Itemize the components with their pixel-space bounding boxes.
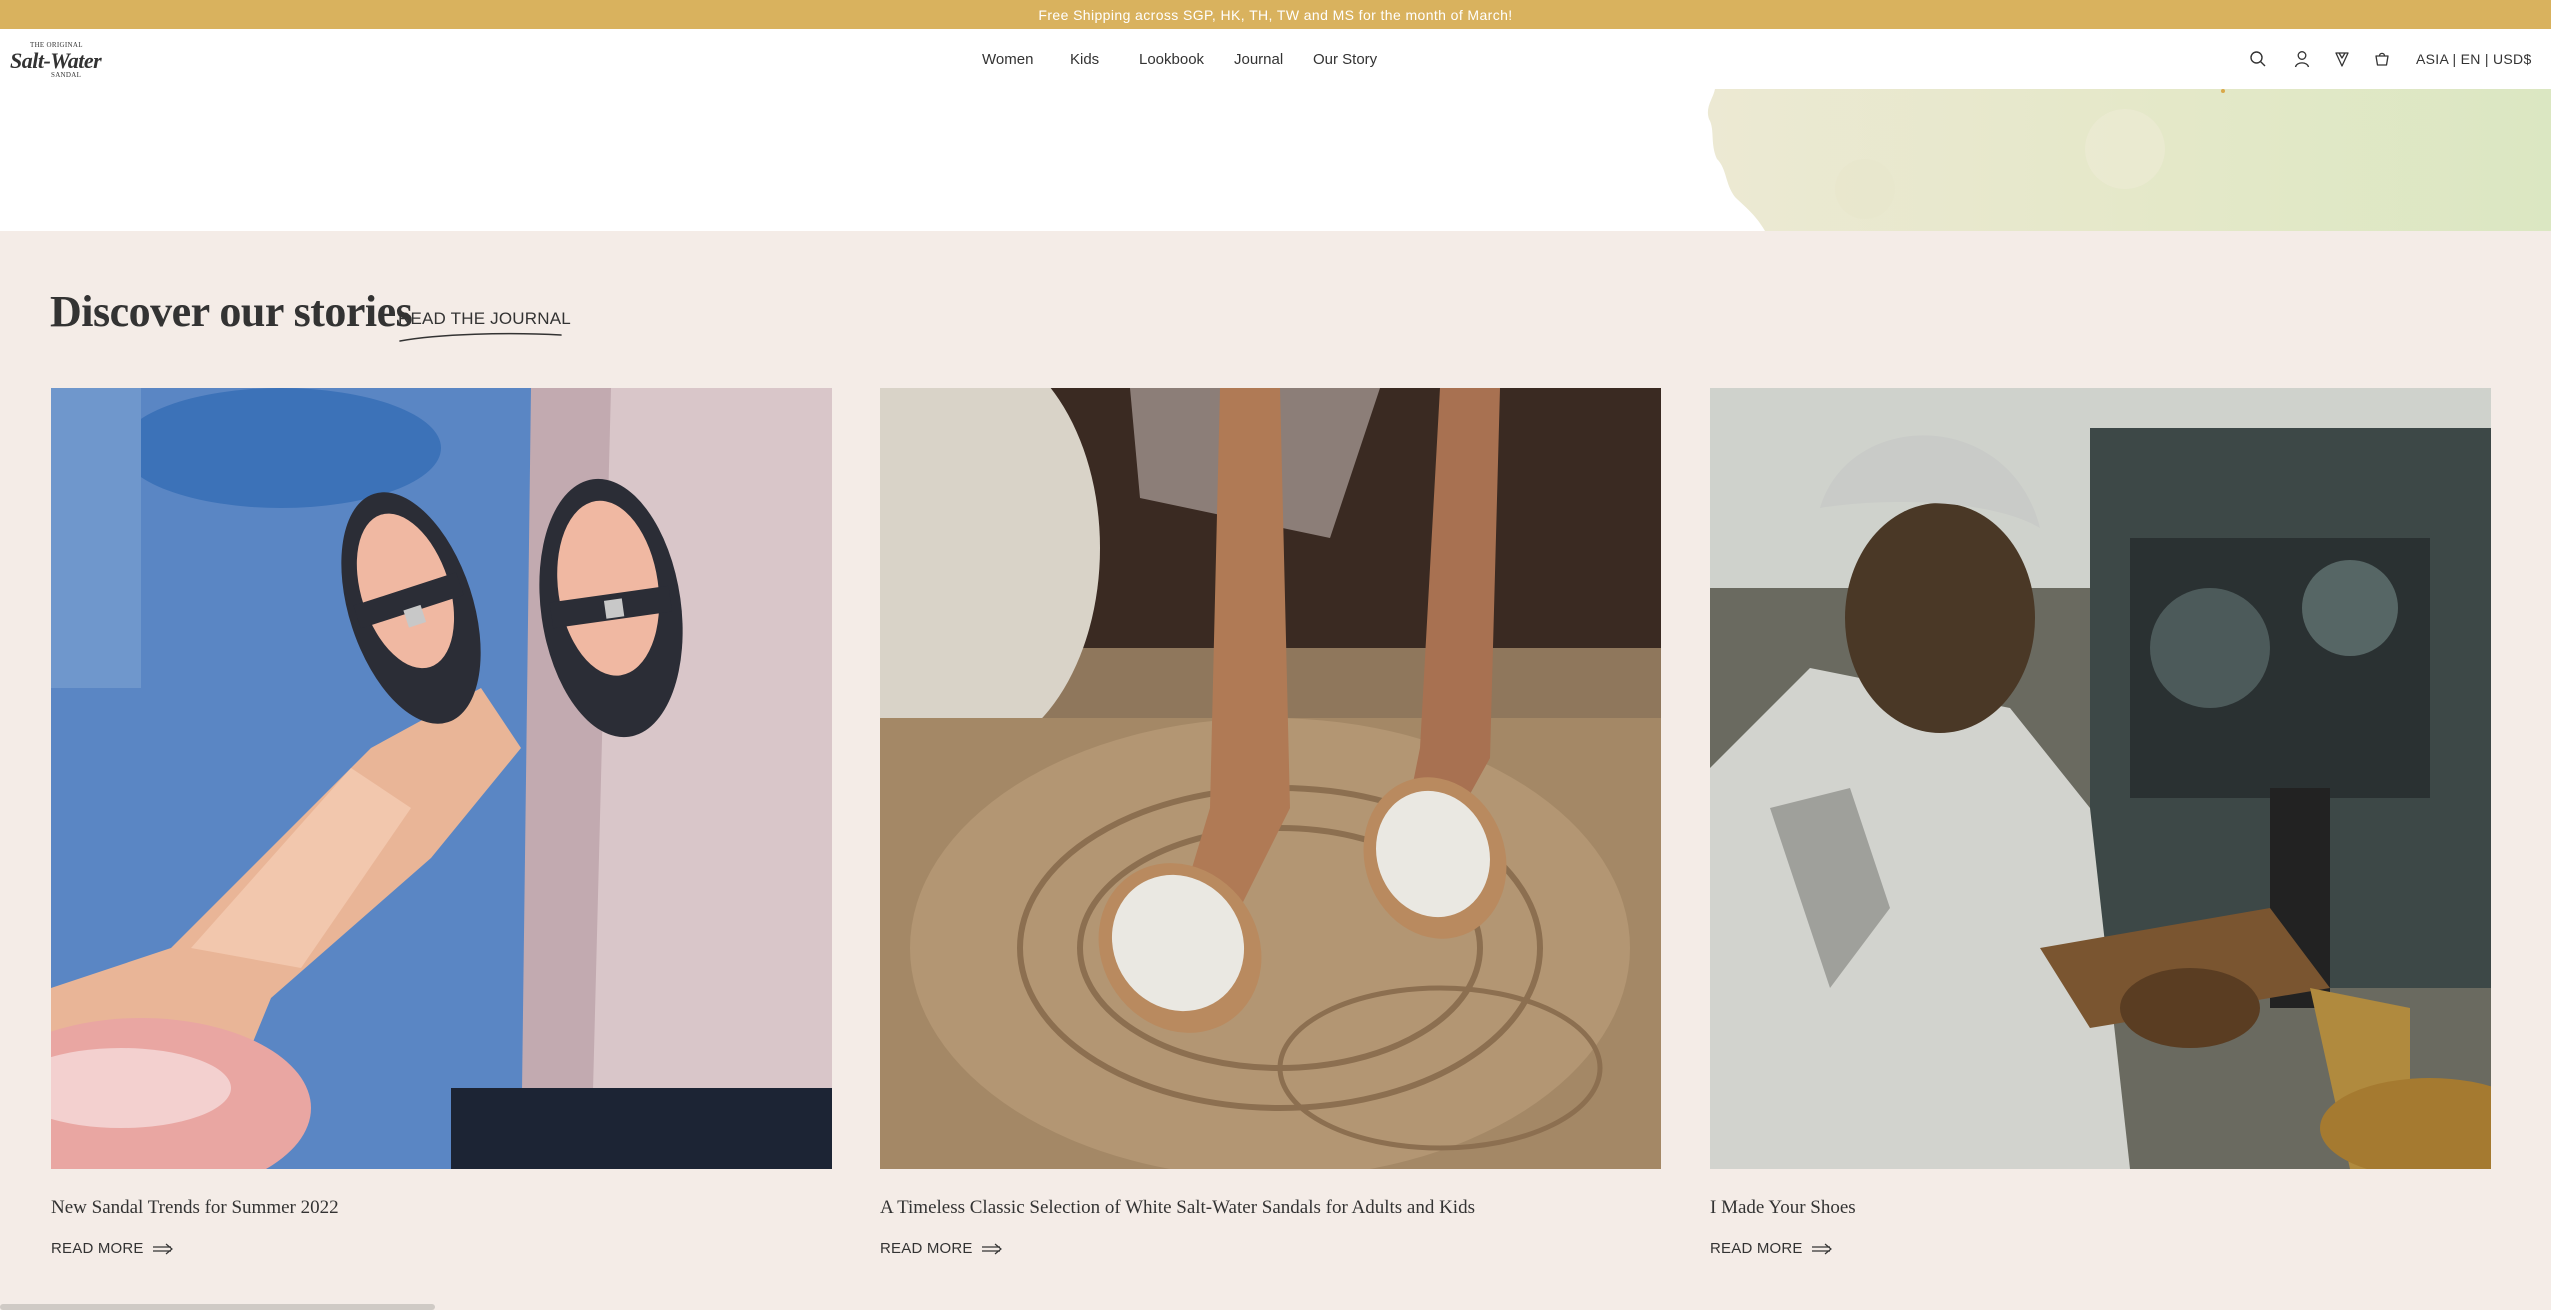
section-title: Discover our stories xyxy=(50,287,413,336)
story-title[interactable]: I Made Your Shoes xyxy=(1710,1197,1856,1219)
read-the-journal-link[interactable]: READ THE JOURNAL xyxy=(398,309,571,329)
sandal-trends-photo xyxy=(51,388,832,1169)
read-more-link[interactable]: READ MORE xyxy=(51,1240,174,1257)
story-image-sandal-trends[interactable] xyxy=(51,388,832,1169)
announcement-bar: Free Shipping across SGP, HK, TH, TW and… xyxy=(0,0,2551,29)
story-title[interactable]: New Sandal Trends for Summer 2022 xyxy=(51,1197,339,1219)
read-more-link[interactable]: READ MORE xyxy=(1710,1240,1833,1257)
logo-bottom-text: SANDAL xyxy=(51,71,82,79)
site-header: THE ORIGINAL Salt-Water SANDAL Women Kid… xyxy=(0,29,2551,89)
read-more-label: READ MORE xyxy=(1710,1240,1803,1257)
region-selector[interactable]: ASIA | EN | USD$ xyxy=(2416,29,2532,89)
story-image-white-sandals[interactable] xyxy=(880,388,1661,1169)
region-label: ASIA | EN | USD$ xyxy=(2416,51,2532,67)
nav-item-women[interactable]: Women xyxy=(982,51,1033,68)
announcement-text: Free Shipping across SGP, HK, TH, TW and… xyxy=(1038,6,1513,23)
arrow-right-icon xyxy=(1811,1243,1832,1254)
read-more-label: READ MORE xyxy=(880,1240,973,1257)
brand-logo[interactable]: THE ORIGINAL Salt-Water SANDAL xyxy=(10,38,115,80)
story-image-made-your-shoes[interactable] xyxy=(1710,388,2491,1169)
hero-banner-bottom xyxy=(0,89,2551,231)
read-more-label: READ MORE xyxy=(51,1240,144,1257)
story-title[interactable]: A Timeless Classic Selection of White Sa… xyxy=(880,1197,1475,1219)
stories-section: Discover our stories READ THE JOURNAL Ne… xyxy=(0,231,2551,1310)
underline-swoosh xyxy=(399,332,562,342)
read-more-link[interactable]: READ MORE xyxy=(880,1240,1003,1257)
account-icon[interactable] xyxy=(2292,49,2312,69)
horizontal-scrollbar[interactable] xyxy=(0,1304,435,1310)
craftsman-photo xyxy=(1710,388,2491,1169)
wishlist-icon[interactable] xyxy=(2332,49,2352,69)
watercolor-image xyxy=(1707,89,2551,231)
white-sandals-photo xyxy=(880,388,1661,1169)
cart-icon[interactable] xyxy=(2372,49,2392,69)
search-icon[interactable] xyxy=(2248,49,2268,69)
nav-item-our-story[interactable]: Our Story xyxy=(1313,51,1377,68)
arrow-right-icon xyxy=(152,1243,173,1254)
nav-item-kids[interactable]: Kids xyxy=(1070,51,1099,68)
arrow-right-icon xyxy=(981,1243,1002,1254)
nav-item-lookbook[interactable]: Lookbook xyxy=(1139,51,1204,68)
nav-item-journal[interactable]: Journal xyxy=(1234,51,1283,68)
